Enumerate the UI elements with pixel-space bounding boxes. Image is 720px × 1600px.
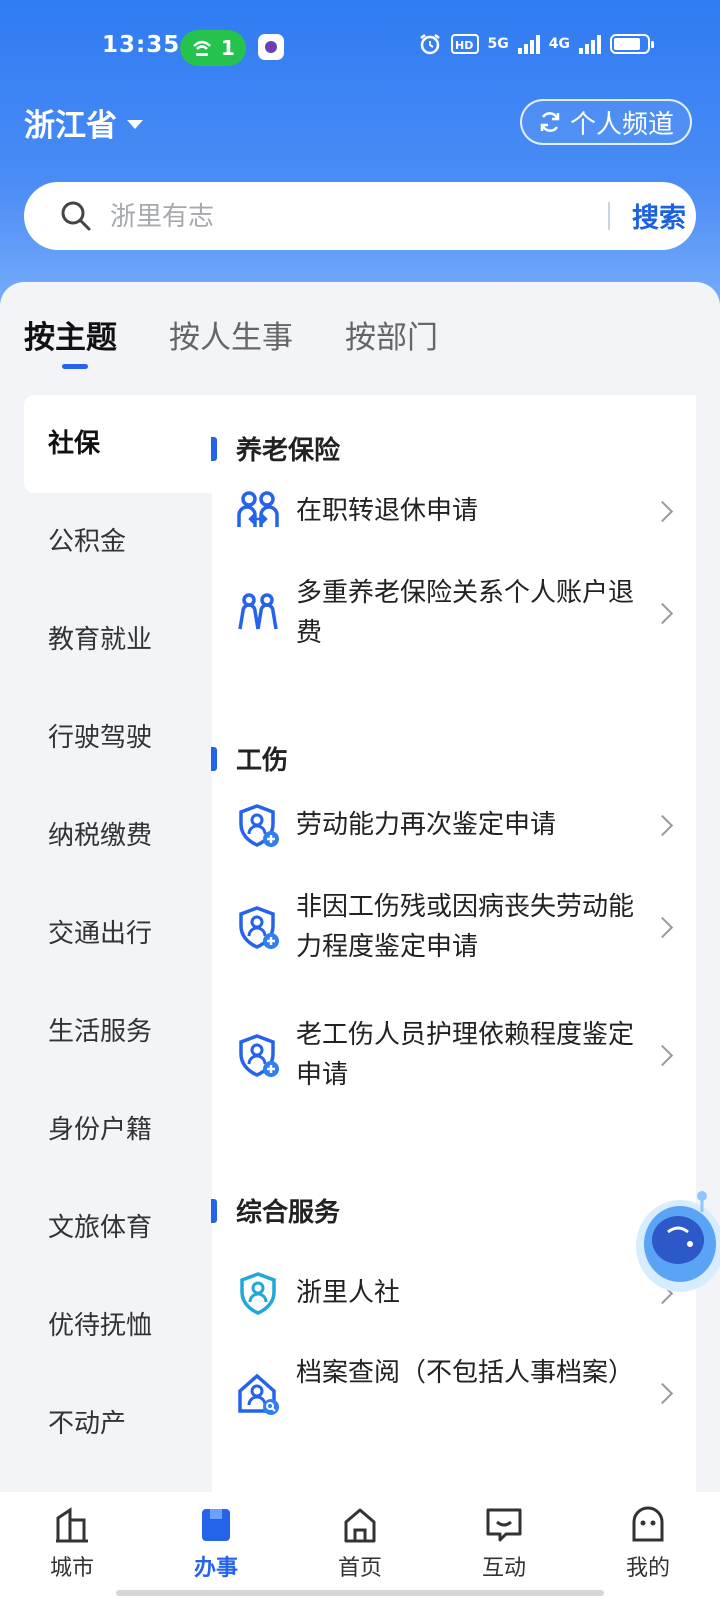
- nav-interaction[interactable]: 互动: [432, 1492, 576, 1600]
- nav-label: 我的: [625, 1556, 670, 1581]
- service-panel: 按主题 按人生事 按部门 社保 公积金 教育就业 行驶驾驶 纳税缴费 交通出行 …: [0, 282, 720, 1495]
- personal-channel-button[interactable]: 个人频道: [520, 99, 692, 145]
- status-indicators: HD 5G 4G: [418, 32, 654, 56]
- home-indicator[interactable]: [116, 1590, 604, 1596]
- signal-4g-icon: [579, 34, 601, 54]
- list-item-zheli-hr[interactable]: 浙里人社: [212, 1271, 696, 1315]
- battery-icon: [610, 34, 654, 54]
- list-item-label: 多重养老保险关系个人账户退费: [296, 578, 635, 648]
- sidebar-item-transport[interactable]: 交通出行: [24, 885, 212, 983]
- caret-down-icon: [127, 120, 143, 129]
- nav-city[interactable]: 城市: [0, 1492, 144, 1600]
- list-item-non-work-injury-assessment[interactable]: 非因工伤残或因病丧失劳动能力程度鉴定申请: [212, 887, 696, 967]
- assistant-float-button[interactable]: [628, 1188, 720, 1298]
- list-item-archive-inquiry[interactable]: 档案查阅（不包括人事档案）: [212, 1353, 696, 1433]
- alarm-icon: [419, 34, 440, 55]
- notification-app-icon: [258, 34, 284, 60]
- shield-user-add-icon: [239, 906, 279, 949]
- chevron-right-icon: [651, 814, 674, 837]
- sidebar-item-education-employment[interactable]: 教育就业: [24, 591, 212, 689]
- chevron-right-icon: [651, 602, 674, 625]
- chevron-right-icon: [651, 1044, 674, 1067]
- nav-label: 互动: [481, 1556, 526, 1581]
- list-item-label: 非因工伤残或因病丧失劳动能力程度鉴定申请: [296, 892, 635, 962]
- category-sidebar: 社保 公积金 教育就业 行驶驾驶 纳税缴费 交通出行 生活服务 身份户籍 文旅体…: [24, 395, 212, 1495]
- sidebar-item-driving[interactable]: 行驶驾驶: [24, 689, 212, 787]
- status-bar: 13:35 1 HD 5G 4G: [0, 26, 720, 72]
- list-item-label: 浙里人社: [296, 1278, 401, 1308]
- tab-by-life-event[interactable]: 按人生事: [169, 312, 293, 357]
- sidebar-item-tax[interactable]: 纳税缴费: [24, 787, 212, 885]
- chat-icon: [486, 1508, 522, 1542]
- tab-by-theme[interactable]: 按主题: [24, 312, 117, 369]
- list-item-retirement-application[interactable]: 在职转退休申请: [212, 489, 696, 533]
- section-title-work-injury: 工伤: [210, 741, 288, 781]
- list-item-multiple-pension-refund[interactable]: 多重养老保险关系个人账户退费: [212, 573, 696, 653]
- bottom-nav: 城市 办事 首页 互动 我的: [0, 1492, 720, 1600]
- signal-5g-icon: [517, 34, 540, 54]
- house-user-search-icon: [238, 1373, 279, 1415]
- list-item-label: 劳动能力再次鉴定申请: [296, 810, 557, 840]
- nav-label: 首页: [337, 1556, 382, 1581]
- personal-channel-label: 个人频道: [569, 109, 674, 140]
- bookmark-icon: [202, 1509, 230, 1541]
- sidebar-item-culture-sports[interactable]: 文旅体育: [24, 1179, 212, 1277]
- service-list: 养老保险 在职转退休申请 多重养老保险关系个人账户退费 工伤 劳动能力再次鉴定申…: [210, 395, 696, 1495]
- search-input[interactable]: [108, 196, 592, 238]
- svg-text:HD: HD: [455, 39, 473, 52]
- hotspot-count: 1: [221, 36, 235, 60]
- province-label: 浙江省: [24, 108, 117, 144]
- list-item-care-dependency-assessment[interactable]: 老工伤人员护理依赖程度鉴定申请: [212, 1015, 696, 1095]
- people-transfer-icon: [237, 491, 279, 527]
- search-button[interactable]: 搜索: [632, 196, 686, 235]
- chevron-right-icon: [651, 916, 674, 939]
- nav-label: 办事: [193, 1556, 238, 1581]
- tab-by-department[interactable]: 按部门: [345, 312, 438, 357]
- hd-voice-icon: HD: [450, 34, 479, 54]
- search-bar: 搜索: [24, 182, 696, 250]
- sidebar-item-social-security[interactable]: 社保: [24, 395, 212, 493]
- people-icon: [238, 593, 278, 630]
- robot-assistant-icon: [636, 1191, 720, 1292]
- sidebar-item-identity[interactable]: 身份户籍: [24, 1081, 212, 1179]
- network-4g-label: 4G: [548, 36, 570, 52]
- hotspot-badge: 1: [180, 30, 246, 66]
- sidebar-item-real-estate[interactable]: 不动产: [24, 1375, 212, 1473]
- nav-home[interactable]: 首页: [288, 1492, 432, 1600]
- home-icon: [344, 1508, 376, 1543]
- status-time: 13:35: [102, 32, 181, 58]
- list-item-label: 在职转退休申请: [296, 496, 479, 526]
- section-title-general-services: 综合服务: [210, 1193, 340, 1233]
- hotspot-icon: [193, 40, 211, 56]
- search-icon: [61, 201, 91, 231]
- profile-icon: [632, 1506, 664, 1542]
- sidebar-item-housing-fund[interactable]: 公积金: [24, 493, 212, 591]
- category-tabs: 按主题 按人生事 按部门: [24, 312, 438, 369]
- list-item-ability-reassessment[interactable]: 劳动能力再次鉴定申请: [212, 803, 696, 847]
- province-selector[interactable]: 浙江省: [24, 100, 143, 145]
- nav-label: 城市: [49, 1556, 94, 1581]
- sidebar-item-veterans[interactable]: 优待抚恤: [24, 1277, 212, 1375]
- shield-user-icon: [240, 1272, 276, 1315]
- chevron-right-icon: [651, 500, 674, 523]
- city-icon: [56, 1507, 88, 1543]
- refresh-icon: [540, 112, 560, 132]
- search-divider: [608, 202, 610, 230]
- shield-user-add-icon: [239, 1034, 279, 1077]
- service-content: 社保 公积金 教育就业 行驶驾驶 纳税缴费 交通出行 生活服务 身份户籍 文旅体…: [24, 395, 696, 1495]
- list-item-label: 档案查阅（不包括人事档案）: [296, 1358, 635, 1388]
- list-item-label: 老工伤人员护理依赖程度鉴定申请: [296, 1020, 635, 1090]
- chevron-right-icon: [651, 1382, 674, 1405]
- nav-services[interactable]: 办事: [144, 1492, 288, 1600]
- network-5g-label: 5G: [487, 36, 509, 52]
- sidebar-item-life-services[interactable]: 生活服务: [24, 983, 212, 1081]
- section-title-pension: 养老保险: [210, 431, 340, 471]
- nav-profile[interactable]: 我的: [576, 1492, 720, 1600]
- shield-user-add-icon: [239, 804, 279, 847]
